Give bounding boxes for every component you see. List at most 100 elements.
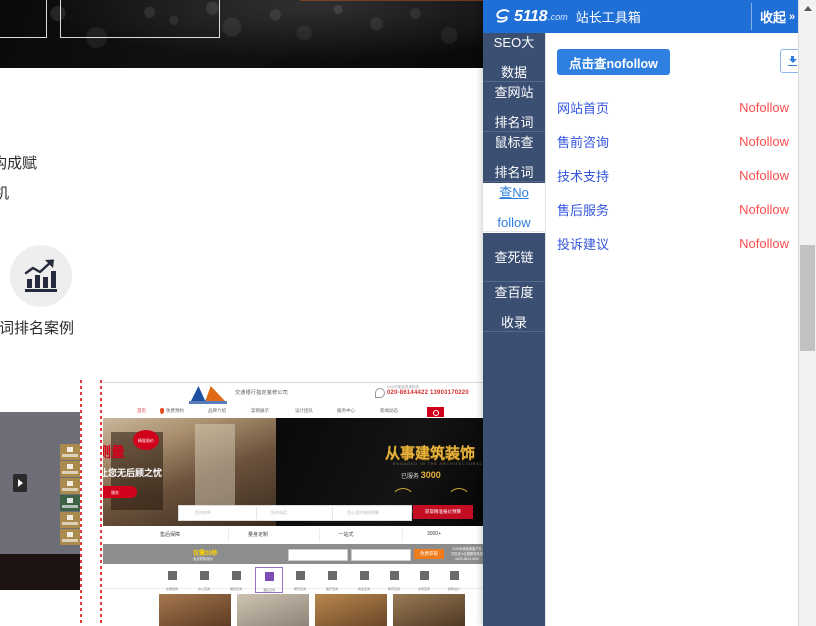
preview-nav-item[interactable]: 首页: [137, 408, 146, 414]
stat-item: 量身定制: [223, 531, 293, 538]
sidebar-item-label-line2: 排名词: [490, 165, 537, 180]
case-caption: 键词排名案例: [0, 317, 74, 338]
preview-nav-item[interactable]: 服务中心: [337, 408, 355, 414]
brand-domain: .com: [548, 12, 568, 22]
search-icon[interactable]: [427, 407, 444, 417]
preview-hero-subheadline: ENGAGED IN THE ARCHITECTURAL DECORATION: [393, 462, 483, 466]
flame-icon: [160, 408, 164, 414]
category-item[interactable]: 教育空间: [381, 567, 407, 591]
sidebar-item-mouse-ranking-words[interactable]: 鼠标查 排名词: [483, 133, 545, 183]
panel-header: 5118 .com 站长工具箱 收起 »: [483, 0, 816, 33]
preview-phone-number: 020-86144422 13903170220: [387, 390, 469, 396]
preview-nav-item[interactable]: 品牌介绍: [208, 408, 226, 414]
check-nofollow-button[interactable]: 点击查nofollow: [557, 49, 670, 75]
form-field-budget[interactable]: 您心里的装修预算: [347, 510, 379, 516]
case-card[interactable]: [393, 594, 465, 626]
category-item[interactable]: 全屋装修: [159, 567, 185, 591]
case-card[interactable]: [159, 594, 231, 626]
toolbar-item[interactable]: [60, 529, 80, 545]
divider: [256, 507, 257, 519]
category-icon: [390, 571, 399, 580]
category-item[interactable]: 商业空间: [351, 567, 377, 591]
hero-accent-line: [300, 0, 483, 1]
hero-banner: [0, 0, 483, 68]
category-icon: [296, 571, 305, 580]
result-link[interactable]: 售前咨询: [557, 132, 609, 151]
divider: [332, 507, 333, 519]
category-item[interactable]: 办公空间: [191, 567, 217, 591]
toolbar-item[interactable]: [60, 478, 80, 494]
sidebar-item-check-baidu-index[interactable]: 查百度 收录: [483, 283, 545, 333]
sidebar-item-label-line2: 数据: [490, 65, 538, 80]
status-badge: Nofollow: [739, 100, 789, 115]
form-field-phone[interactable]: 您的电话: [271, 510, 287, 516]
sidebar-item-check-dead-links[interactable]: 查死链: [483, 233, 545, 283]
promo-phone-input[interactable]: [351, 549, 411, 561]
table-row: 投诉建议 Nofollow: [546, 226, 816, 260]
floating-toolbar[interactable]: [60, 444, 80, 546]
case-card[interactable]: [315, 594, 387, 626]
category-item[interactable]: 养老空间: [411, 567, 437, 591]
category-item[interactable]: 餐饮空间: [223, 567, 249, 591]
panel-title: 站长工具箱: [576, 7, 641, 26]
status-badge: Nofollow: [739, 236, 789, 251]
hero-decor-rect: [60, 0, 220, 38]
toolbar-item-active[interactable]: [60, 495, 80, 511]
preview-quote-form[interactable]: 您的称呼 您的电话 您心里的装修预算: [178, 505, 412, 521]
preview-nav: 首页 免费预约 品牌介绍 案例展示 设计团队 服务中心 新闻动态: [103, 405, 483, 419]
download-icon: [788, 56, 797, 66]
preview-nav-item[interactable]: 设计团队: [295, 408, 313, 414]
sidebar-item-site-ranking-words[interactable]: 查网站 排名词: [483, 83, 545, 133]
panel-content: 点击查nofollow 导出数据 网站首页 Nofollow 售前咨询 Nofo…: [545, 33, 816, 626]
browser-scrollbar[interactable]: [798, 0, 816, 626]
category-item[interactable]: 医疗空间: [319, 567, 345, 591]
preview-hero-tagline: 让您无后顾之忧: [103, 466, 162, 479]
preview-nav-item[interactable]: 新闻动态: [380, 408, 398, 414]
sidebar-item-label-line2: follow: [493, 215, 534, 230]
toolbar-item[interactable]: [60, 444, 80, 460]
play-icon[interactable]: [13, 474, 27, 492]
result-link[interactable]: 网站首页: [557, 98, 609, 117]
sidebar-item-label-line1: 查No: [493, 185, 534, 200]
sidebar-item-check-nofollow[interactable]: 查No follow: [483, 183, 545, 233]
preview-nav-item[interactable]: 案例展示: [251, 408, 269, 414]
form-field-name[interactable]: 您的称呼: [195, 510, 211, 516]
category-icon: [200, 571, 209, 580]
background-text-fragment-2: 机: [0, 182, 9, 203]
case-card[interactable]: [237, 594, 309, 626]
sidebar-item-label-line2: 排名词: [490, 115, 537, 130]
hero-decor-rect: [0, 0, 47, 38]
result-link[interactable]: 售后服务: [557, 200, 609, 219]
sidebar-item-seo-data[interactable]: SEO大 数据: [483, 33, 545, 83]
preview-case-cards: [103, 590, 483, 626]
preview-promo-bar: 仅需20秒 免费获取报价 免费获取 3000余家装修客户共同见证\n全国服务热线…: [103, 544, 483, 564]
served-count: 3000: [421, 470, 441, 480]
phone-icon: [375, 388, 385, 398]
table-row: 技术支持 Nofollow: [546, 158, 816, 192]
promo-subtitle: 免费获取报价: [193, 556, 213, 561]
scrollbar-thumb[interactable]: [800, 245, 815, 351]
result-link[interactable]: 技术支持: [557, 166, 609, 185]
category-icon: [168, 571, 177, 580]
preview-logo-icon: [191, 386, 225, 401]
brand-logo[interactable]: 5118 .com: [483, 7, 568, 26]
sidebar-item-label-line2: 收录: [490, 315, 537, 330]
5118-logo-icon: [493, 7, 512, 26]
preview-nav-item[interactable]: 免费预约: [166, 408, 184, 414]
promo-name-input[interactable]: [288, 549, 348, 561]
background-text-fragment-1: 知识构成赋: [0, 152, 37, 173]
scroll-up-arrow-icon[interactable]: [799, 0, 816, 17]
collapse-button[interactable]: 收起 »: [760, 0, 793, 33]
sidebar-item-label-line1: 查网站: [490, 85, 537, 100]
panel-sidebar: SEO大 数据 查网站 排名词 鼠标查 排名词 查No follow: [483, 33, 545, 626]
toolbar-item[interactable]: [60, 512, 80, 528]
result-link[interactable]: 投诉建议: [557, 234, 609, 253]
toolbar-item[interactable]: [60, 461, 80, 477]
stat-item: 3000+: [399, 531, 469, 537]
preview-quote-submit[interactable]: 获取精准报价预算: [413, 505, 473, 519]
promo-submit-button[interactable]: 免费获取: [414, 549, 444, 559]
table-row: 网站首页 Nofollow: [546, 90, 816, 124]
category-item[interactable]: 娱乐空间: [287, 567, 313, 591]
category-item[interactable]: 别墅设计: [441, 567, 467, 591]
preview-hero-badge-big: 测量: [103, 442, 125, 462]
